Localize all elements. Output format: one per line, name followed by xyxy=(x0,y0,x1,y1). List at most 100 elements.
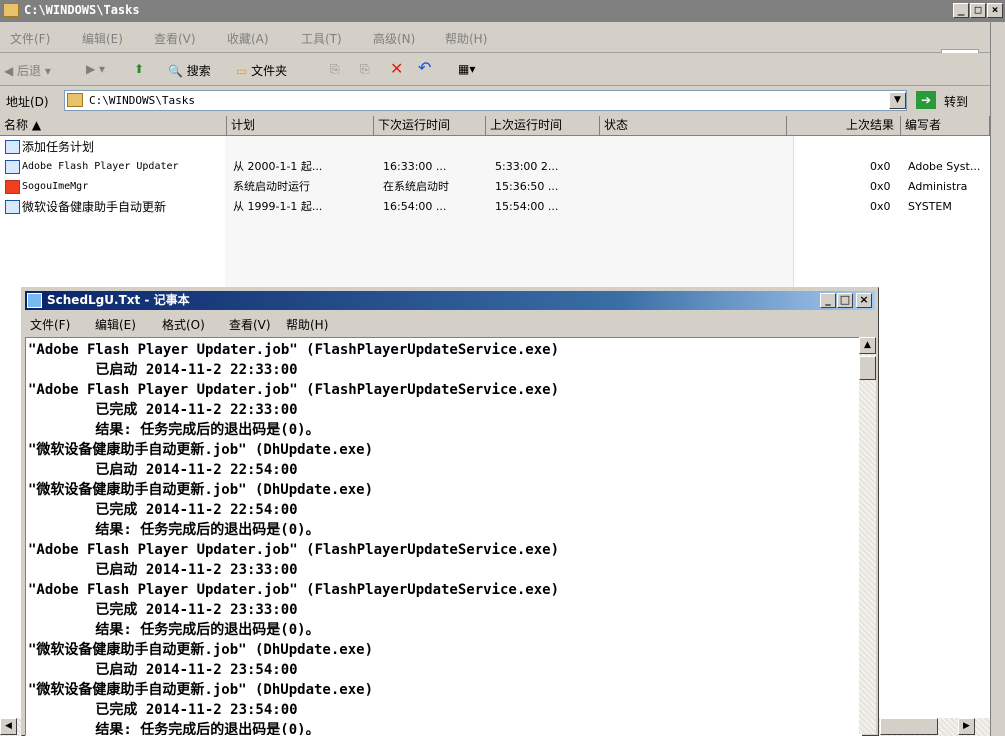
list-item-task[interactable]: Adobe Flash Player Updater 从 2000-1-1 起.… xyxy=(0,157,990,177)
text-line: "Adobe Flash Player Updater.job" (FlashP… xyxy=(28,382,560,398)
notepad-minimize-button[interactable]: _ xyxy=(820,293,836,308)
text-line: "Adobe Flash Player Updater.job" (FlashP… xyxy=(28,582,560,598)
up-folder-icon[interactable]: ⬆ xyxy=(134,62,144,76)
text-line: "Adobe Flash Player Updater.job" (FlashP… xyxy=(28,542,560,558)
folder-icon xyxy=(3,3,19,17)
delete-icon[interactable]: ✕ xyxy=(390,59,403,78)
text-line: 结果: 任务完成后的退出码是(0)。 xyxy=(28,622,320,638)
go-arrow-icon[interactable]: ➔ xyxy=(916,91,936,109)
menu-tools[interactable]: 工具(T) xyxy=(301,30,342,47)
column-label: 下次运行时间 xyxy=(378,118,451,132)
menu-favorites[interactable]: 收藏(A) xyxy=(227,30,269,47)
folders-label: 文件夹 xyxy=(251,64,288,78)
scroll-right-button[interactable]: ▶ xyxy=(958,718,975,735)
item-name: Adobe Flash Player Updater xyxy=(22,161,179,172)
folder-icon xyxy=(67,93,83,107)
notepad-menu-edit[interactable]: 编辑(E) xyxy=(95,316,136,333)
scroll-left-button[interactable]: ◀ xyxy=(0,718,17,735)
search-button[interactable]: 🔍 搜索 xyxy=(168,62,211,79)
item-last-run: 15:54:00 ... xyxy=(495,200,559,213)
text-line: 已完成 2014-11-2 23:54:00 xyxy=(28,702,298,718)
item-next-run: 在系统启动时 xyxy=(383,180,449,193)
notepad-title-bar[interactable]: SchedLgU.Txt - 记事本 _ □ × xyxy=(25,291,875,310)
scroll-up-button[interactable]: ▲ xyxy=(859,337,876,354)
item-last-result: 0x0 xyxy=(870,160,891,173)
text-line: 结果: 任务完成后的退出码是(0)。 xyxy=(28,522,320,538)
column-header-status[interactable]: 状态 xyxy=(600,116,787,136)
notepad-icon xyxy=(27,293,42,308)
menu-help[interactable]: 帮助(H) xyxy=(445,30,487,47)
list-item-task[interactable]: SogouImeMgr 系统启动时运行 在系统启动时 15:36:50 ... … xyxy=(0,177,990,197)
notepad-menu-view[interactable]: 查看(V) xyxy=(229,316,271,333)
column-header-name[interactable]: 名称 ▲ xyxy=(0,116,227,136)
text-line: "微软设备健康助手自动更新.job" (DhUpdate.exe) xyxy=(28,482,374,498)
scroll-thumb[interactable] xyxy=(880,718,938,735)
item-last-run: 15:36:50 ... xyxy=(495,180,559,193)
text-line: 已启动 2014-11-2 23:33:00 xyxy=(28,562,298,578)
notepad-menu-help[interactable]: 帮助(H) xyxy=(286,316,328,333)
menu-edit[interactable]: 编辑(E) xyxy=(82,30,123,47)
column-header-schedule[interactable]: 计划 xyxy=(227,116,374,136)
column-header-last-run[interactable]: 上次运行时间 xyxy=(486,116,600,136)
notepad-text-area[interactable]: "Adobe Flash Player Updater.job" (FlashP… xyxy=(25,337,862,736)
window-title: C:\WINDOWS\Tasks xyxy=(24,3,140,17)
notepad-title: SchedLgU.Txt - 记事本 xyxy=(47,293,190,307)
window-right-edge xyxy=(990,22,1005,736)
item-last-result: 0x0 xyxy=(870,180,891,193)
list-item-add-task[interactable]: 添加任务计划 xyxy=(0,137,990,157)
item-name: 添加任务计划 xyxy=(22,140,95,154)
notepad-menu-format[interactable]: 格式(O) xyxy=(162,316,205,333)
item-last-result: 0x0 xyxy=(870,200,891,213)
notepad-window: SchedLgU.Txt - 记事本 _ □ × 文件(F) 编辑(E) 格式(… xyxy=(21,287,879,736)
item-schedule: 从 1999-1-1 起... xyxy=(233,200,323,213)
column-header-next-run[interactable]: 下次运行时间 xyxy=(374,116,486,136)
item-author: SYSTEM xyxy=(908,200,952,213)
text-line: 已完成 2014-11-2 22:33:00 xyxy=(28,402,298,418)
copy-to-icon[interactable]: ⎘ xyxy=(360,62,370,77)
column-header-author[interactable]: 编写者 xyxy=(901,116,990,136)
explorer-title-bar[interactable]: C:\WINDOWS\Tasks _ □ × xyxy=(0,0,1005,22)
address-bar: 地址(D) C:\WINDOWS\Tasks ▼ ➔ 转到 xyxy=(0,86,1005,116)
add-task-icon xyxy=(5,140,20,154)
minimize-button[interactable]: _ xyxy=(953,3,969,18)
column-label: 状态 xyxy=(604,118,629,132)
folders-button[interactable]: ▭ 文件夹 xyxy=(236,62,287,79)
folder-icon: ▭ xyxy=(236,64,248,78)
address-dropdown-button[interactable]: ▼ xyxy=(889,92,906,109)
text-line: 已启动 2014-11-2 23:54:00 xyxy=(28,662,298,678)
text-line: "Adobe Flash Player Updater.job" (FlashP… xyxy=(28,342,560,358)
list-item-task[interactable]: 微软设备健康助手自动更新 从 1999-1-1 起... 16:54:00 ..… xyxy=(0,197,990,217)
task-icon xyxy=(5,200,20,214)
item-next-run: 16:54:00 ... xyxy=(383,200,447,213)
address-input[interactable]: C:\WINDOWS\Tasks xyxy=(64,90,907,111)
notepad-close-button[interactable]: × xyxy=(856,293,872,308)
notepad-vertical-scrollbar[interactable]: ▲ xyxy=(859,337,876,734)
views-icon[interactable]: ▦▾ xyxy=(458,62,475,76)
notepad-maximize-button[interactable]: □ xyxy=(837,293,853,308)
item-schedule: 从 2000-1-1 起... xyxy=(233,160,323,173)
scroll-thumb[interactable] xyxy=(859,356,876,380)
close-button[interactable]: × xyxy=(987,3,1003,18)
text-line: 已完成 2014-11-2 22:54:00 xyxy=(28,502,298,518)
undo-icon[interactable]: ↶ xyxy=(418,58,431,77)
search-label: 搜索 xyxy=(186,64,211,78)
menu-advanced[interactable]: 高级(N) xyxy=(373,30,415,47)
back-label: 后退 xyxy=(17,64,42,78)
item-name: 微软设备健康助手自动更新 xyxy=(22,200,167,214)
menu-file[interactable]: 文件(F) xyxy=(10,30,50,47)
maximize-button[interactable]: □ xyxy=(970,3,986,18)
back-button[interactable]: ◀ 后退 ▾ xyxy=(4,62,51,79)
column-header-last-result[interactable]: 上次结果 xyxy=(787,116,901,136)
toolbar: ◀ 后退 ▾ ▶ ▾ ⬆ 🔍 搜索 ▭ 文件夹 ⎘ ⎘ ✕ ↶ ▦▾ xyxy=(0,53,1005,86)
notepad-menu-file[interactable]: 文件(F) xyxy=(30,316,70,333)
text-line: 结果: 任务完成后的退出码是(0)。 xyxy=(28,722,320,736)
text-line: 结果: 任务完成后的退出码是(0)。 xyxy=(28,422,320,438)
column-label: 名称 xyxy=(4,118,29,132)
item-last-run: 5:33:00 2... xyxy=(495,160,559,173)
text-line: 已完成 2014-11-2 23:33:00 xyxy=(28,602,298,618)
move-to-icon[interactable]: ⎘ xyxy=(330,62,340,77)
menu-view[interactable]: 查看(V) xyxy=(154,30,196,47)
forward-button[interactable]: ▶ ▾ xyxy=(86,62,105,76)
item-author: Adobe Syst... xyxy=(908,160,981,173)
go-button[interactable]: 转到 xyxy=(944,93,968,110)
